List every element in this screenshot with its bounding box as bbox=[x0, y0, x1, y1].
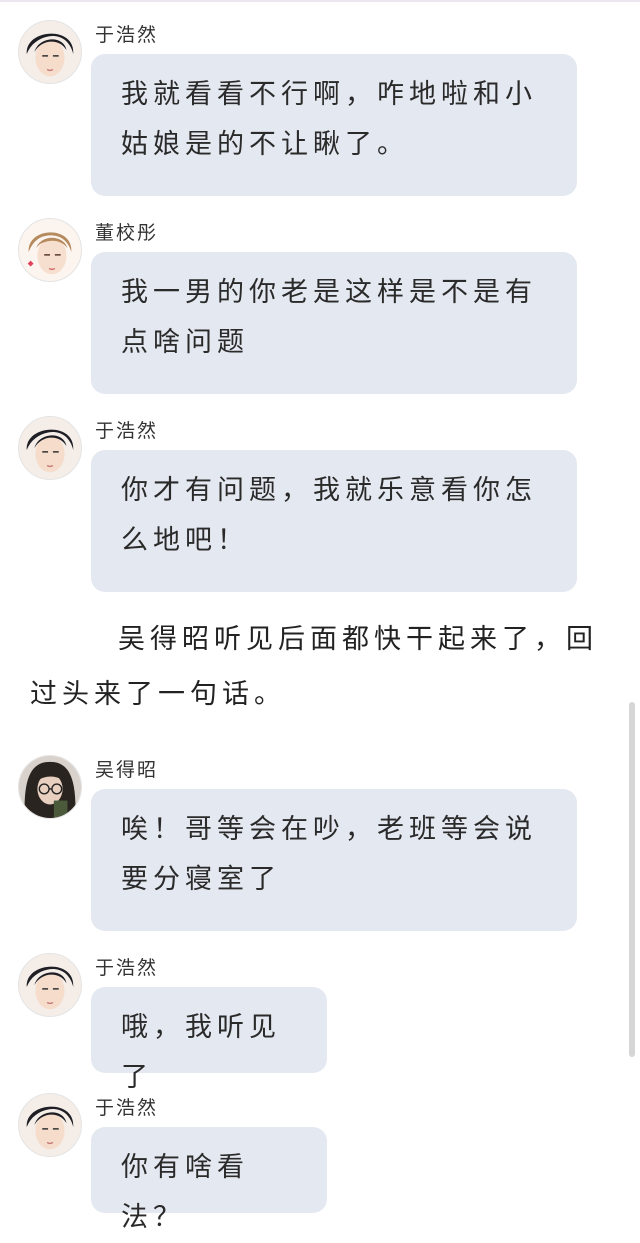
message-bubble[interactable]: 我一男的你老是这样是不是有点啥问题 bbox=[91, 252, 577, 394]
dark-haired-boy-avatar-icon[interactable] bbox=[18, 953, 82, 1017]
dark-haired-boy-avatar-icon[interactable] bbox=[18, 416, 82, 480]
sender-name: 吴得昭 bbox=[95, 759, 159, 781]
message-bubble[interactable]: 你才有问题，我就乐意看你怎么地吧！ bbox=[91, 450, 577, 592]
sender-name: 于浩然 bbox=[95, 24, 159, 46]
message-bubble[interactable]: 唉！哥等会在吵，老班等会说要分寝室了 bbox=[91, 789, 577, 931]
dark-haired-boy-avatar-icon[interactable] bbox=[18, 20, 82, 84]
message-bubble[interactable]: 我就看看不行啊，咋地啦和小姑娘是的不让瞅了。 bbox=[91, 54, 577, 196]
narration-text: 吴得昭听见后面都快干起来了，回过头来了一句话。 bbox=[30, 624, 598, 710]
sender-name: 于浩然 bbox=[95, 1097, 159, 1119]
light-haired-boy-avatar-icon[interactable] bbox=[18, 218, 82, 282]
message-text: 唉！哥等会在吵，老班等会说要分寝室了 bbox=[121, 814, 537, 895]
message-text: 我就看看不行啊，咋地啦和小姑娘是的不让瞅了。 bbox=[121, 79, 537, 160]
glasses-girl-avatar-icon[interactable] bbox=[18, 755, 82, 819]
scrollbar[interactable] bbox=[629, 702, 635, 1057]
message-text: 哦，我听见了 bbox=[121, 1012, 281, 1093]
message-text: 我一男的你老是这样是不是有点啥问题 bbox=[121, 277, 537, 358]
sender-name: 于浩然 bbox=[95, 420, 159, 442]
message-bubble[interactable]: 你有啥看法？ bbox=[91, 1127, 327, 1233]
message-text: 你才有问题，我就乐意看你怎么地吧！ bbox=[121, 475, 537, 556]
message-text: 你有啥看法？ bbox=[121, 1152, 249, 1233]
sender-name: 董校彤 bbox=[95, 222, 159, 244]
top-divider bbox=[0, 0, 640, 2]
message-bubble[interactable]: 哦，我听见了 bbox=[91, 987, 327, 1093]
sender-name: 于浩然 bbox=[95, 957, 159, 979]
dark-haired-boy-avatar-icon[interactable] bbox=[18, 1093, 82, 1157]
